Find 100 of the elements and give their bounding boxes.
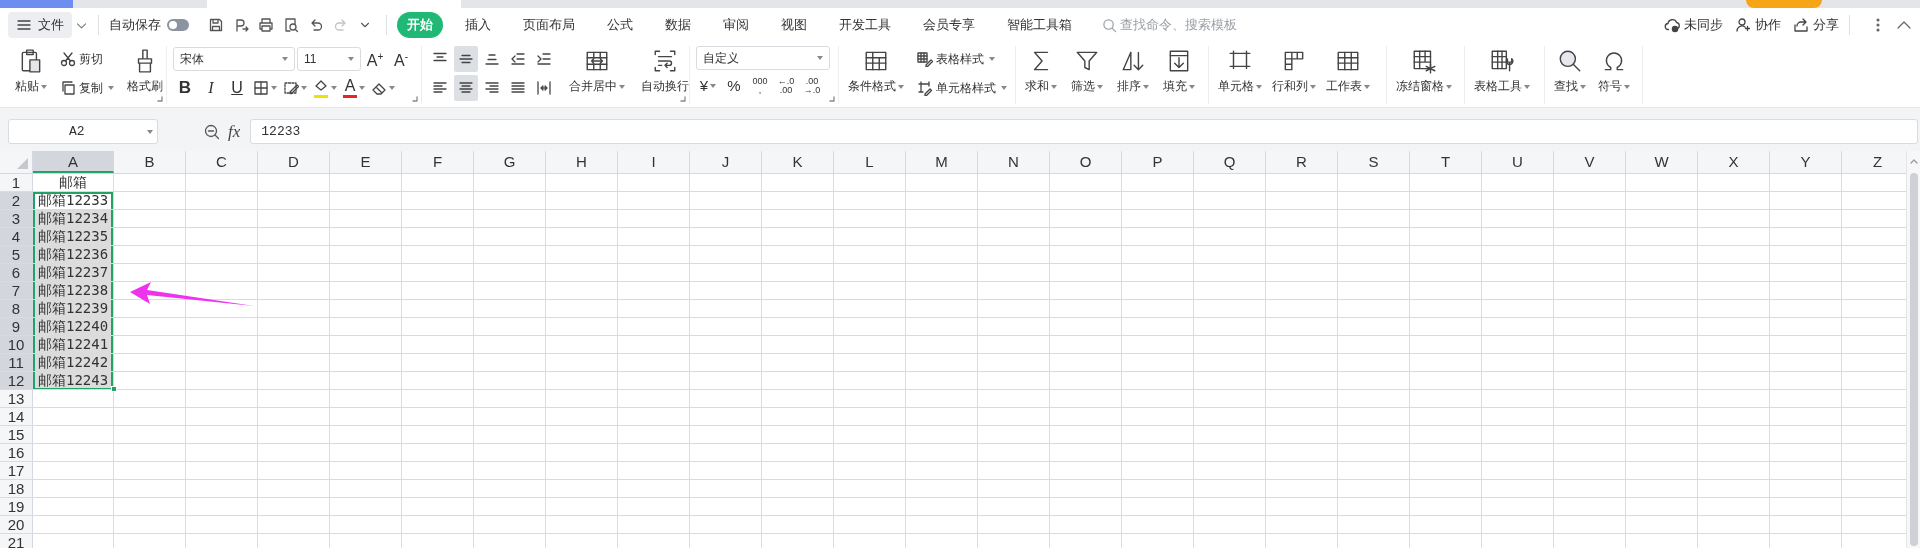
- menu-tab[interactable]: 插入: [455, 12, 501, 38]
- column-header[interactable]: K: [762, 151, 834, 173]
- find-button[interactable]: 查找: [1551, 46, 1589, 97]
- column-header[interactable]: W: [1626, 151, 1698, 173]
- fill-button[interactable]: 填充: [1160, 46, 1198, 97]
- column-header[interactable]: H: [546, 151, 618, 173]
- row-header[interactable]: 20: [0, 516, 33, 533]
- italic-button[interactable]: I: [199, 75, 223, 101]
- menu-tab[interactable]: 公式: [597, 12, 643, 38]
- row-header[interactable]: 16: [0, 444, 33, 461]
- launcher-icon[interactable]: [412, 96, 418, 102]
- launcher-icon[interactable]: [157, 96, 163, 102]
- column-header[interactable]: V: [1554, 151, 1626, 173]
- print-preview-icon[interactable]: [282, 17, 299, 33]
- row-header[interactable]: 1: [0, 174, 33, 191]
- share-button[interactable]: 分享: [1793, 16, 1839, 34]
- row-header[interactable]: 4: [0, 228, 33, 245]
- column-header[interactable]: O: [1050, 151, 1122, 173]
- paste-button[interactable]: 粘贴: [12, 46, 50, 97]
- currency-button[interactable]: ¥: [696, 73, 720, 99]
- row-header[interactable]: 13: [0, 390, 33, 407]
- column-header[interactable]: R: [1266, 151, 1338, 173]
- filter-button[interactable]: 筛选: [1068, 46, 1106, 97]
- align-center-button[interactable]: [454, 75, 478, 101]
- percent-button[interactable]: %: [722, 73, 746, 99]
- decrease-decimal-button[interactable]: .00 →.0: [800, 73, 824, 99]
- row-header[interactable]: 15: [0, 426, 33, 443]
- column-header[interactable]: I: [618, 151, 690, 173]
- align-middle-button[interactable]: [454, 46, 478, 72]
- symbol-button[interactable]: 符号: [1595, 46, 1633, 97]
- row-header[interactable]: 14: [0, 408, 33, 425]
- column-header[interactable]: Q: [1194, 151, 1266, 173]
- row-header[interactable]: 2: [0, 192, 33, 209]
- column-header[interactable]: N: [978, 151, 1050, 173]
- column-header[interactable]: C: [186, 151, 258, 173]
- column-header[interactable]: A: [33, 151, 114, 173]
- column-header[interactable]: F: [402, 151, 474, 173]
- insert-function-button[interactable]: fx: [228, 121, 241, 142]
- sum-button[interactable]: 求和: [1022, 46, 1060, 97]
- menu-tab[interactable]: 页面布局: [513, 12, 585, 38]
- font-name-select[interactable]: 宋体: [173, 47, 295, 71]
- row-header[interactable]: 10: [0, 336, 33, 353]
- row-header[interactable]: 19: [0, 498, 33, 515]
- sync-button[interactable]: 未同步: [1664, 16, 1723, 34]
- column-header[interactable]: U: [1482, 151, 1554, 173]
- table-style-button[interactable]: 表格样式: [917, 46, 1007, 72]
- freeze-panes-button[interactable]: 冻结窗格: [1393, 46, 1455, 97]
- row-header[interactable]: 8: [0, 300, 33, 317]
- print-icon[interactable]: [257, 17, 274, 33]
- column-header[interactable]: L: [834, 151, 906, 173]
- wrap-text-button[interactable]: 自动换行: [638, 46, 692, 97]
- menu-tab[interactable]: 会员专享: [913, 12, 985, 38]
- scrollbar[interactable]: [1906, 151, 1920, 548]
- merge-center-button[interactable]: 合并居中: [566, 46, 628, 97]
- table-tools-button[interactable]: 表格工具: [1471, 46, 1533, 97]
- row-header[interactable]: 3: [0, 210, 33, 227]
- menu-tab[interactable]: 审阅: [713, 12, 759, 38]
- increase-decimal-button[interactable]: ←.0 .00: [774, 73, 798, 99]
- row-header[interactable]: 18: [0, 480, 33, 497]
- row-header[interactable]: 7: [0, 282, 33, 299]
- copy-button[interactable]: 复制: [60, 75, 114, 101]
- cut-button[interactable]: 剪切: [60, 46, 114, 72]
- column-header[interactable]: Y: [1770, 151, 1842, 173]
- cell-button[interactable]: 单元格: [1215, 46, 1265, 97]
- menu-tab[interactable]: 视图: [771, 12, 817, 38]
- menu-tab[interactable]: 智能工具箱: [997, 12, 1082, 38]
- menu-tab[interactable]: 开发工具: [829, 12, 901, 38]
- row-header[interactable]: 6: [0, 264, 33, 281]
- font-shrink-button[interactable]: A$^{-}$: [389, 46, 413, 72]
- column-header[interactable]: G: [474, 151, 546, 173]
- row-header[interactable]: 5: [0, 246, 33, 263]
- row-header[interactable]: 11: [0, 354, 33, 371]
- row-header[interactable]: 21: [0, 534, 33, 548]
- row-header[interactable]: 17: [0, 462, 33, 479]
- column-header[interactable]: J: [690, 151, 762, 173]
- row-header[interactable]: 9: [0, 318, 33, 335]
- column-header[interactable]: P: [1122, 151, 1194, 173]
- sort-button[interactable]: 排序: [1114, 46, 1152, 97]
- worksheet-button[interactable]: 工作表: [1323, 46, 1373, 97]
- file-menu-button[interactable]: 文件: [8, 12, 72, 38]
- row-header[interactable]: 12: [0, 372, 33, 389]
- column-header[interactable]: E: [330, 151, 402, 173]
- number-format-select[interactable]: 自定义: [696, 46, 830, 70]
- cell-style-button[interactable]: 单元格样式: [917, 75, 1007, 101]
- font-size-select[interactable]: 11: [297, 47, 361, 71]
- font-grow-button[interactable]: A$^{+}$: [363, 46, 387, 72]
- font-color-button[interactable]: A: [341, 75, 367, 101]
- launcher-icon[interactable]: [829, 96, 835, 102]
- autosave-toggle[interactable]: [167, 19, 189, 31]
- rows-columns-button[interactable]: 行和列: [1269, 46, 1319, 97]
- column-header[interactable]: D: [258, 151, 330, 173]
- zoom-out-icon[interactable]: [204, 123, 220, 140]
- thousands-button[interactable]: 000 ,: [748, 73, 772, 99]
- fill-handle[interactable]: [111, 386, 117, 392]
- save-icon[interactable]: [207, 17, 224, 33]
- underline-button[interactable]: U: [225, 75, 249, 101]
- menu-tab[interactable]: 数据: [655, 12, 701, 38]
- launcher-icon[interactable]: [680, 96, 686, 102]
- column-header[interactable]: X: [1698, 151, 1770, 173]
- name-box[interactable]: A2: [8, 119, 158, 144]
